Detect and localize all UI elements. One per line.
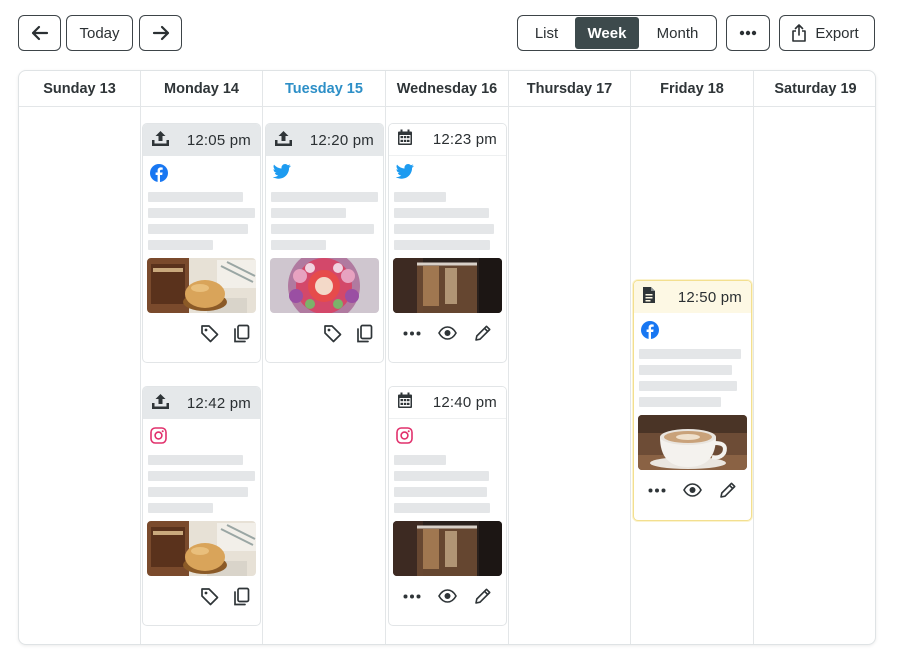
instagram-icon [150, 427, 260, 445]
tag-icon[interactable] [200, 324, 219, 343]
post-time: 12:50 pm [677, 288, 742, 306]
eye-icon[interactable] [683, 483, 702, 497]
twitter-icon [395, 164, 506, 182]
day-header-monday: Monday 14 [164, 80, 239, 97]
post-time: 12:20 pm [309, 131, 374, 149]
post-card-header: 12:20 pm [266, 124, 383, 156]
post-card-header: 12:50 pm [634, 281, 751, 313]
upload-tray-icon [151, 393, 170, 414]
post-actions [143, 313, 260, 353]
copy-icon[interactable] [356, 324, 373, 343]
post-time: 12:05 pm [186, 131, 251, 149]
ellipsis-icon [739, 30, 757, 36]
post-card[interactable]: 12:40 pm [388, 386, 507, 626]
day-header-friday: Friday 18 [660, 80, 724, 97]
arrow-right-icon [152, 25, 170, 41]
view-switcher: List Week Month [517, 15, 717, 51]
ellipsis-icon[interactable] [648, 488, 666, 493]
post-text-placeholder [271, 192, 383, 250]
post-card-header: 12:05 pm [143, 124, 260, 156]
instagram-icon [396, 427, 506, 445]
post-actions [389, 576, 506, 616]
ellipsis-icon[interactable] [403, 331, 421, 336]
post-card-header: 12:40 pm [389, 387, 506, 419]
twitter-icon [272, 164, 383, 182]
post-card[interactable]: 12:05 pm [142, 123, 261, 363]
copy-icon[interactable] [233, 587, 250, 606]
post-card-header: 12:23 pm [389, 124, 506, 156]
facebook-icon [641, 321, 751, 339]
iced-coffee-photo [393, 258, 502, 313]
flower-platter-photo [270, 258, 379, 313]
post-card[interactable]: 12:23 pm [388, 123, 507, 363]
day-header-wednesday: Wednesday 16 [396, 80, 498, 97]
previous-week-button[interactable] [18, 15, 61, 51]
day-header-sunday: Sunday 13 [43, 80, 116, 97]
calendar-icon [397, 392, 413, 413]
post-actions [266, 313, 383, 353]
pencil-icon[interactable] [474, 587, 492, 605]
post-time: 12:42 pm [186, 394, 251, 412]
post-time: 12:40 pm [432, 394, 497, 411]
document-icon [642, 286, 656, 308]
arrow-left-icon [31, 25, 49, 41]
pencil-icon[interactable] [719, 481, 737, 499]
day-header-tuesday: Tuesday 15 [285, 80, 363, 97]
next-week-button[interactable] [139, 15, 182, 51]
tag-icon[interactable] [200, 587, 219, 606]
burger-photo [147, 521, 256, 576]
post-text-placeholder [148, 455, 260, 513]
post-card-header: 12:42 pm [143, 387, 260, 419]
view-week-button[interactable]: Week [575, 17, 639, 49]
ellipsis-icon[interactable] [403, 594, 421, 599]
latte-cup-photo [638, 415, 747, 470]
post-text-placeholder [148, 192, 260, 250]
post-text-placeholder [394, 192, 506, 250]
post-text-placeholder [639, 349, 751, 407]
burger-photo [147, 258, 256, 313]
calendar-icon [397, 129, 413, 150]
day-header-saturday: Saturday 19 [774, 80, 857, 97]
view-list-button[interactable]: List [518, 16, 575, 50]
copy-icon[interactable] [233, 324, 250, 343]
post-actions [634, 470, 751, 510]
today-button[interactable]: Today [66, 15, 133, 51]
post-time: 12:23 pm [432, 131, 497, 148]
export-button[interactable]: Export [779, 15, 875, 51]
facebook-icon [150, 164, 260, 182]
post-actions [143, 576, 260, 616]
post-card[interactable]: 12:42 pm [142, 386, 261, 626]
week-calendar: Sunday 13 Monday 14 Tuesday 15 Wednesday… [18, 70, 876, 645]
tag-icon[interactable] [323, 324, 342, 343]
upload-tray-icon [151, 130, 170, 151]
share-upload-icon [791, 24, 807, 42]
post-card[interactable]: 12:50 pm [633, 280, 752, 521]
post-text-placeholder [394, 455, 506, 513]
eye-icon[interactable] [438, 589, 457, 603]
pencil-icon[interactable] [474, 324, 492, 342]
export-label: Export [815, 24, 859, 42]
upload-tray-icon [274, 130, 293, 151]
post-actions [389, 313, 506, 353]
day-header-thursday: Thursday 17 [526, 80, 613, 97]
more-options-button[interactable] [726, 15, 770, 51]
eye-icon[interactable] [438, 326, 457, 340]
view-month-button[interactable]: Month [639, 16, 716, 50]
post-card[interactable]: 12:20 pm [265, 123, 384, 363]
iced-coffee-photo [393, 521, 502, 576]
